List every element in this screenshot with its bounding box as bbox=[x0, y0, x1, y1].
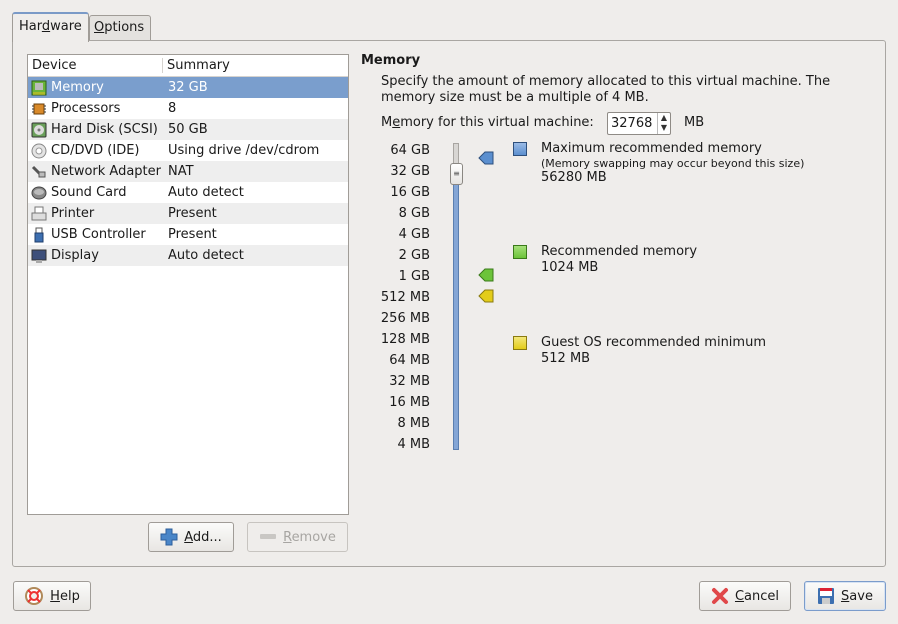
memory-description: Specify the amount of memory allocated t… bbox=[381, 74, 831, 105]
sound-card-icon bbox=[31, 186, 47, 199]
guest-min-marker-icon bbox=[478, 289, 494, 303]
recommended-legend-icon bbox=[513, 245, 527, 259]
device-name: Printer bbox=[51, 206, 95, 221]
scale-tick-label: 16 GB bbox=[390, 185, 430, 200]
floppy-save-icon bbox=[818, 588, 835, 604]
device-summary: Auto detect bbox=[168, 185, 244, 200]
device-summary: Auto detect bbox=[168, 248, 244, 263]
device-row[interactable]: Hard Disk (SCSI) 50 GB bbox=[28, 119, 348, 140]
device-summary: Present bbox=[168, 206, 217, 221]
scale-tick-label: 32 GB bbox=[390, 164, 430, 179]
scale-tick-label: 64 GB bbox=[390, 143, 430, 158]
remove-device-button[interactable]: Remove bbox=[247, 522, 348, 552]
scale-tick-label: 8 MB bbox=[397, 416, 430, 431]
usb-icon bbox=[34, 227, 44, 242]
device-row[interactable]: CD/DVD (IDE) Using drive /dev/cdrom bbox=[28, 140, 348, 161]
max-recommended-legend-icon bbox=[513, 142, 527, 156]
device-summary: 32 GB bbox=[168, 80, 208, 95]
cd-dvd-icon bbox=[31, 143, 47, 158]
network-adapter-icon bbox=[31, 165, 46, 177]
memory-icon bbox=[31, 80, 47, 95]
max-recommended-marker-icon bbox=[478, 151, 494, 165]
processor-icon bbox=[32, 103, 46, 114]
memory-unit-label: MB bbox=[684, 115, 705, 130]
section-title: Memory bbox=[361, 53, 421, 68]
scale-tick-label: 16 MB bbox=[389, 395, 430, 410]
memory-spinbutton[interactable]: 32768 ▲ ▼ bbox=[607, 112, 671, 135]
help-button[interactable]: Help bbox=[13, 581, 91, 611]
column-header-device[interactable]: Device bbox=[28, 58, 163, 73]
scale-tick-label: 8 GB bbox=[398, 206, 430, 221]
scale-tick-label: 32 MB bbox=[389, 374, 430, 389]
device-name: Processors bbox=[51, 101, 121, 116]
legend-recommended: Recommended memory 1024 MB bbox=[541, 244, 698, 275]
memory-scale: 64 GB 32 GB 16 GB 8 GB 4 GB 2 GB 1 GB 512 MB 256… bbox=[378, 140, 430, 455]
device-row[interactable]: Sound Card Auto detect bbox=[28, 182, 348, 203]
device-name: CD/DVD (IDE) bbox=[51, 143, 140, 158]
scale-tick-label: 2 GB bbox=[398, 248, 430, 263]
hard-disk-icon bbox=[31, 122, 47, 137]
printer-icon bbox=[31, 206, 47, 220]
device-name: Memory bbox=[51, 80, 104, 95]
memory-field-label: Memory for this virtual machine: bbox=[381, 115, 594, 130]
scale-tick-label: 512 MB bbox=[380, 290, 430, 305]
spin-up-icon[interactable]: ▲ bbox=[658, 113, 670, 123]
device-name: Hard Disk (SCSI) bbox=[51, 122, 158, 137]
slider-thumb[interactable]: ≡ bbox=[450, 163, 463, 185]
device-name: USB Controller bbox=[51, 227, 146, 242]
column-header-summary[interactable]: Summary bbox=[163, 55, 230, 76]
device-row[interactable]: USB Controller Present bbox=[28, 224, 348, 245]
plus-icon bbox=[160, 528, 178, 546]
display-icon bbox=[31, 249, 47, 263]
device-name: Sound Card bbox=[51, 185, 127, 200]
scale-tick-label: 4 MB bbox=[397, 437, 430, 452]
device-summary: Using drive /dev/cdrom bbox=[168, 143, 320, 158]
device-summary: NAT bbox=[168, 164, 194, 179]
device-summary: Present bbox=[168, 227, 217, 242]
recommended-marker-icon bbox=[478, 268, 494, 282]
device-name: Display bbox=[51, 248, 99, 263]
device-row[interactable]: Memory 32 GB bbox=[28, 77, 348, 98]
device-summary: 8 bbox=[168, 101, 177, 116]
scale-tick-label: 64 MB bbox=[389, 353, 430, 368]
lifebuoy-icon bbox=[25, 587, 44, 605]
legend-guest-minimum: Guest OS recommended minimum 512 MB bbox=[541, 335, 766, 366]
scale-tick-label: 128 MB bbox=[380, 332, 430, 347]
guest-min-legend-icon bbox=[513, 336, 527, 350]
device-summary: 50 GB bbox=[168, 122, 208, 137]
scale-tick-label: 256 MB bbox=[380, 311, 430, 326]
spin-down-icon[interactable]: ▼ bbox=[658, 123, 670, 133]
add-device-button[interactable]: Add... bbox=[148, 522, 234, 552]
scale-tick-label: 4 GB bbox=[398, 227, 430, 242]
memory-input[interactable]: 32768 bbox=[608, 113, 657, 134]
cancel-x-icon bbox=[711, 588, 728, 604]
device-row[interactable]: Printer Present bbox=[28, 203, 348, 224]
slider-fill bbox=[453, 180, 459, 450]
device-name: Network Adapter bbox=[51, 164, 161, 179]
device-row[interactable]: Display Auto detect bbox=[28, 245, 348, 266]
device-row[interactable]: Processors 8 bbox=[28, 98, 348, 119]
scale-tick-label: 1 GB bbox=[398, 269, 430, 284]
tab-hardware[interactable]: Hardware bbox=[12, 12, 89, 42]
cancel-button[interactable]: Cancel bbox=[699, 581, 791, 611]
save-button[interactable]: Save bbox=[804, 581, 886, 611]
legend-max-recommended: Maximum recommended memory (Memory swapp… bbox=[541, 141, 805, 185]
minus-icon bbox=[260, 534, 277, 539]
list-header: Device Summary bbox=[28, 55, 348, 77]
device-row[interactable]: Network Adapter NAT bbox=[28, 161, 348, 182]
tab-options[interactable]: Options bbox=[89, 15, 151, 41]
device-list[interactable]: Device Summary Memory 32 GB Processors 8 Har… bbox=[27, 54, 349, 515]
